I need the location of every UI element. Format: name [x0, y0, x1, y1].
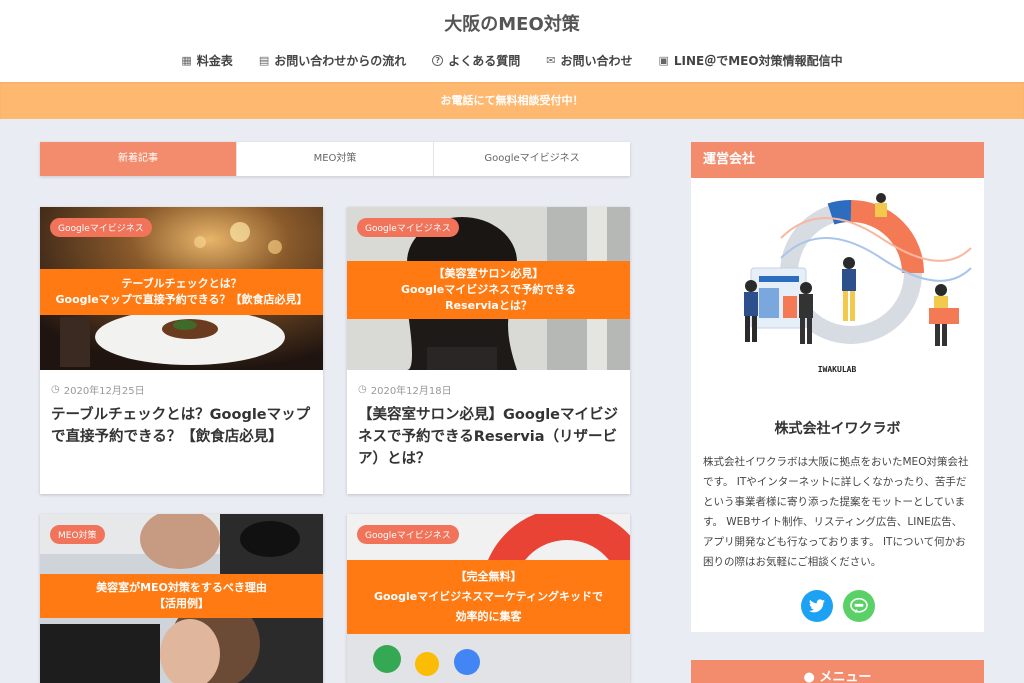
site-header: 大阪のMEO対策 ▦ 料金表 ▤ お問い合わせからの流れ ? よくある質問 ✉ …	[0, 0, 1024, 82]
nav-item-label: LINE＠でMEO対策情報配信中	[673, 54, 843, 68]
post-date: ◷ 2020年12月25日	[51, 382, 323, 397]
category-badge[interactable]: Googleマイビジネス	[357, 525, 459, 544]
menu-heading-label: メニュー	[819, 670, 872, 683]
global-nav: ▦ 料金表 ▤ お問い合わせからの流れ ? よくある質問 ✉ お問い合わせ ▣ …	[0, 52, 1024, 69]
line-icon: ▣	[658, 54, 669, 67]
thumbnail-banner: 美容室がMEO対策をするべき理由 【活用例】	[40, 574, 323, 618]
thumbnail-banner: 【完全無料】 Googleマイビジネスマーケティングキッドで 効率的に集客	[347, 560, 630, 634]
article-card[interactable]: Googleマイビジネス 【美容室サロン必見】 Googleマイビジネスで予約で…	[347, 207, 630, 494]
menu-widget-heading: ● メニュー	[691, 660, 984, 683]
article-thumbnail: Googleマイビジネス 【完全無料】 Googleマイビジネスマーケティングキ…	[347, 514, 630, 683]
nav-item-faq[interactable]: ? よくある質問	[432, 52, 520, 69]
post-date: ◷ 2020年12月18日	[358, 382, 630, 397]
banner-line: 【完全無料】	[455, 570, 522, 583]
twitter-icon	[808, 599, 825, 613]
post-date-text: 2020年12月18日	[370, 386, 452, 397]
company-description: 株式会社イワクラボは大阪に拠点をおいたMEO対策会社です。 ITやインターネット…	[703, 456, 969, 568]
illustration-caption: IWAKULAB	[818, 365, 857, 374]
clock-icon: ◷	[358, 384, 367, 395]
nav-item-label: 料金表	[196, 54, 233, 68]
nav-item-label: お問い合わせからの流れ	[274, 54, 407, 68]
line-button[interactable]	[842, 590, 875, 622]
widget-heading: 運営会社	[691, 142, 984, 178]
site-title[interactable]: 大阪のMEO対策	[0, 10, 1024, 36]
nav-item-line[interactable]: ▣ LINE＠でMEO対策情報配信中	[658, 52, 842, 69]
clock-icon: ◷	[51, 384, 60, 395]
social-links	[691, 590, 984, 622]
article-thumbnail: MEO対策 美容室がMEO対策をするべき理由 【活用例】	[40, 514, 323, 683]
nav-item-pricing[interactable]: ▦ 料金表	[181, 52, 232, 69]
banner-line: Googleマップで直接予約できる？【飲食店必見】	[55, 293, 308, 306]
company-widget: 運営会社 IWAKULAB 株式会社イワクラボ 株式会社イワクラボは大阪に拠点を…	[691, 142, 984, 632]
business-team-illustration: IWAKULAB	[744, 193, 972, 374]
pin-icon: ●	[803, 670, 815, 683]
banner-line: Googleマイビジネスで予約できる	[400, 283, 577, 296]
line-icon	[849, 598, 868, 613]
nav-item-label: よくある質問	[448, 54, 521, 68]
article-tabs: 新着記事 MEO対策 Googleマイビジネス	[40, 142, 630, 176]
company-name: 株式会社イワクラボ	[774, 421, 901, 437]
company-illustration: IWAKULAB	[691, 178, 984, 374]
banner-line: 効率的に集客	[455, 610, 522, 623]
banner-line: Reserviaとは？	[445, 299, 532, 312]
banner-line: Googleマイビジネスマーケティングキッドで	[373, 590, 604, 603]
tab-meo[interactable]: MEO対策	[237, 142, 434, 176]
question-icon: ?	[432, 55, 444, 66]
article-card[interactable]: Googleマイビジネス 【完全無料】 Googleマイビジネスマーケティングキ…	[347, 514, 630, 683]
banner-line: 【活用例】	[154, 597, 209, 610]
article-title[interactable]: テーブルチェックとは？Googleマップで直接予約できる？【飲食店必見】	[51, 404, 311, 448]
article-card[interactable]: Googleマイビジネス テーブルチェックとは？ Googleマップで直接予約で…	[40, 207, 323, 494]
article-title[interactable]: 【美容室サロン必見】Googleマイビジネスで予約できるReservia（リザー…	[358, 404, 618, 470]
nav-item-label: お問い合わせ	[560, 54, 633, 68]
notice-bar[interactable]: お電話にて無料相談受付中！	[0, 82, 1024, 119]
category-badge[interactable]: Googleマイビジネス	[50, 218, 152, 237]
banner-line: テーブルチェックとは？	[121, 277, 242, 290]
banner-line: 【美容室サロン必見】	[433, 267, 544, 280]
tab-latest[interactable]: 新着記事	[40, 142, 237, 176]
twitter-button[interactable]	[800, 590, 833, 622]
post-date-text: 2020年12月25日	[63, 386, 145, 397]
category-badge[interactable]: Googleマイビジネス	[357, 218, 459, 237]
thumbnail-banner: 【美容室サロン必見】 Googleマイビジネスで予約できる Reserviaとは…	[347, 261, 630, 319]
article-thumbnail: Googleマイビジネス テーブルチェックとは？ Googleマップで直接予約で…	[40, 207, 323, 370]
mail-icon: ✉	[546, 54, 556, 67]
article-thumbnail: Googleマイビジネス 【美容室サロン必見】 Googleマイビジネスで予約で…	[347, 207, 630, 370]
banner-line: 美容室がMEO対策をするべき理由	[96, 581, 267, 594]
nav-item-flow[interactable]: ▤ お問い合わせからの流れ	[259, 52, 406, 69]
calculator-icon: ▦	[181, 54, 192, 67]
form-icon: ▤	[258, 54, 270, 67]
category-badge[interactable]: MEO対策	[50, 525, 105, 544]
tab-google-my-business[interactable]: Googleマイビジネス	[434, 142, 630, 176]
article-card[interactable]: MEO対策 美容室がMEO対策をするべき理由 【活用例】	[40, 514, 323, 683]
nav-item-contact[interactable]: ✉ お問い合わせ	[546, 52, 632, 69]
thumbnail-banner: テーブルチェックとは？ Googleマップで直接予約できる？【飲食店必見】	[40, 269, 323, 315]
